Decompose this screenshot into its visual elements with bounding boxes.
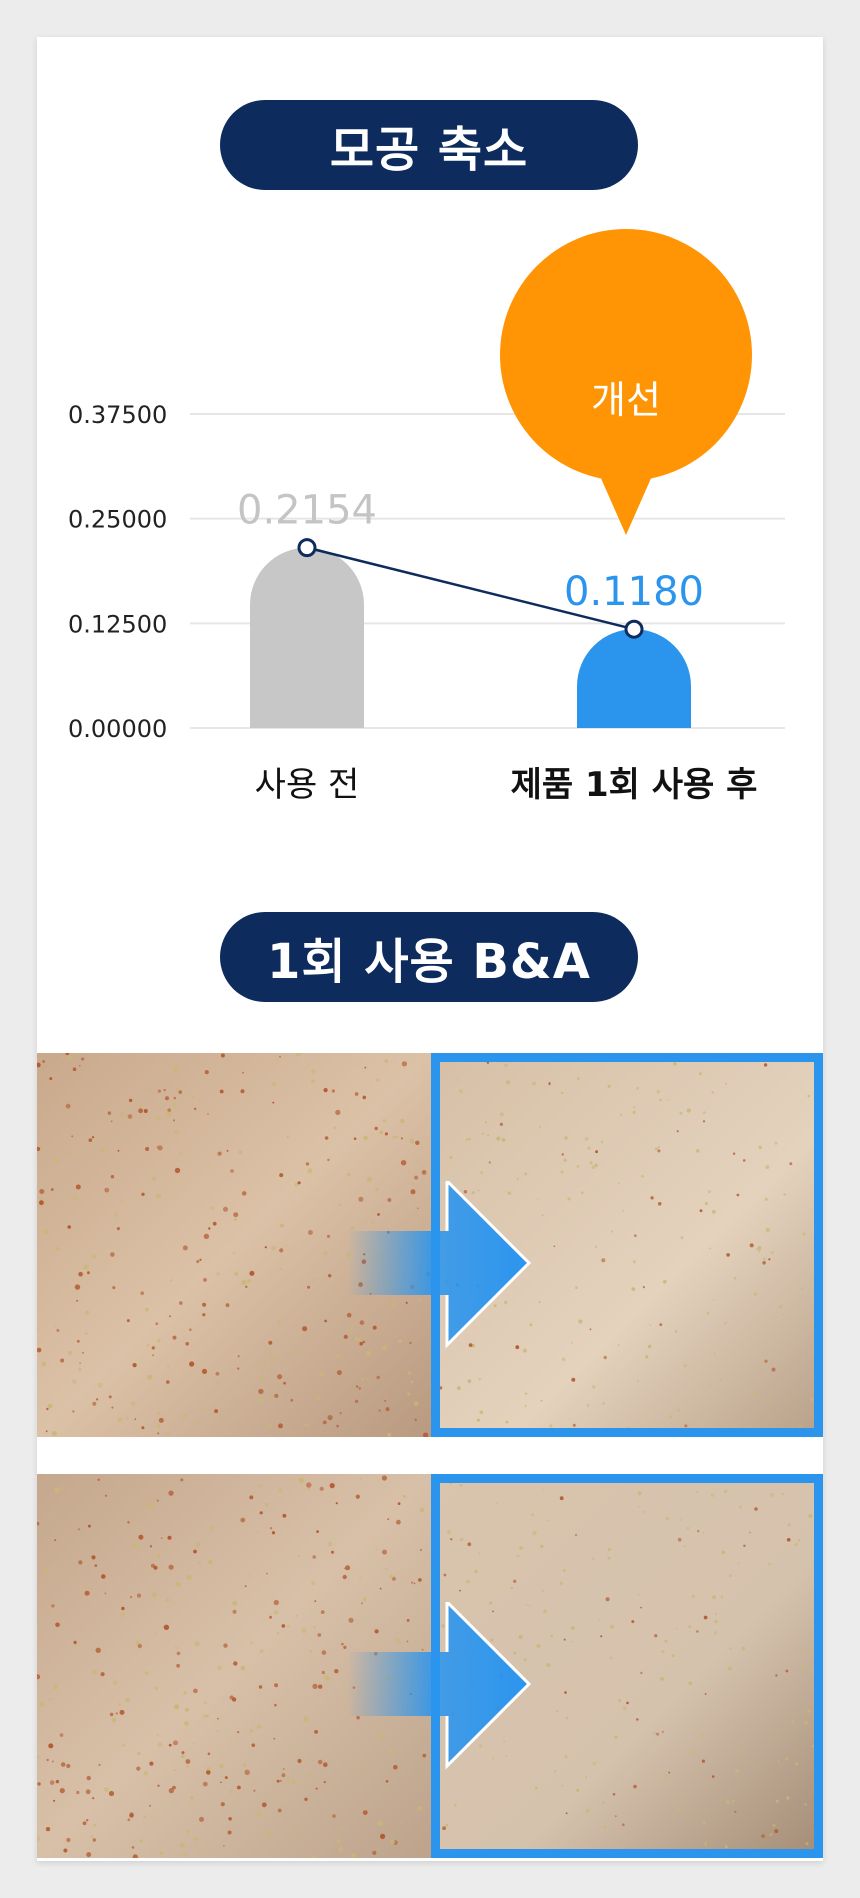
callout-pointer <box>596 467 656 535</box>
before-after-row-2 <box>37 1474 823 1858</box>
category-label: 사용 전 <box>255 765 360 805</box>
data-point <box>624 619 644 639</box>
y-tick-label: 0.25000 <box>68 506 167 534</box>
bar-before <box>250 547 364 728</box>
value-label: 0.2154 <box>237 488 377 534</box>
bar-after <box>577 629 691 728</box>
y-tick-label: 0.00000 <box>68 715 167 743</box>
callout-circle <box>500 229 752 481</box>
pore-chart: 0.00000 0.12500 0.25000 0.37500 0.2154 0.1180… <box>68 229 785 805</box>
callout-bubble: 개선 <box>500 229 752 535</box>
section-title-before-after: 1회 사용 B&A <box>220 912 638 1002</box>
arrow-right-icon <box>347 1602 532 1770</box>
data-point <box>297 538 317 558</box>
section-title-text: 1회 사용 B&A <box>267 934 591 990</box>
value-label: 0.1180 <box>564 569 704 615</box>
callout-text: 개선 <box>591 378 661 422</box>
y-tick-label: 0.37500 <box>68 401 167 429</box>
before-after-row-1 <box>37 1053 823 1437</box>
arrow-right-icon <box>347 1181 532 1349</box>
y-tick-label: 0.12500 <box>68 610 167 638</box>
category-label: 제품 1회 사용 후 <box>511 765 758 805</box>
